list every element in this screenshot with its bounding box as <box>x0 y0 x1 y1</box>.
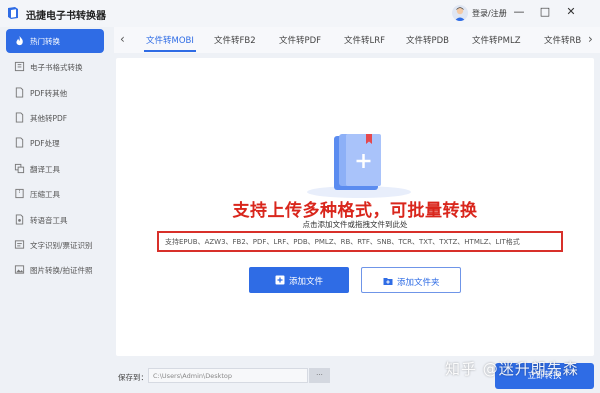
sidebar-item-hot-convert[interactable]: 热门转换 <box>6 29 104 53</box>
document-icon <box>15 137 24 148</box>
tab-next-icon[interactable]: › <box>588 32 593 46</box>
upload-headline: 支持上传多种格式，可批量转换 <box>232 201 478 221</box>
close-icon[interactable]: ✕ <box>564 5 578 19</box>
app-logo-icon <box>8 7 18 19</box>
sidebar: 热门转换 电子书格式转换 PDF转其他 其他转PDF PDF处理 翻译工具 压缩… <box>0 27 110 393</box>
sidebar-item-label: 压缩工具 <box>30 190 60 199</box>
login-register-link[interactable]: 登录/注册 <box>472 8 507 19</box>
ocr-icon <box>14 240 25 249</box>
sidebar-item-pdf-to-other[interactable]: PDF转其他 <box>6 81 104 105</box>
add-folder-icon <box>383 278 393 285</box>
sidebar-item-label: 其他转PDF <box>30 114 68 123</box>
image-icon <box>14 265 25 274</box>
compress-icon <box>15 188 24 199</box>
add-file-button[interactable]: 添加文件 <box>249 267 349 293</box>
sidebar-item-label: 热门转换 <box>30 37 60 46</box>
translate-icon <box>14 163 25 174</box>
title-bar: 迅捷电子书转换器 登录/注册 — □ ✕ <box>0 0 600 27</box>
save-path-field[interactable]: C:\Users\Admin\Desktop <box>148 368 308 383</box>
tab-to-rb[interactable]: 文件转RB <box>544 34 581 46</box>
active-tab-indicator <box>144 50 196 52</box>
sidebar-item-other-to-pdf[interactable]: 其他转PDF <box>6 106 104 130</box>
upload-hint: 点击添加文件或拖拽文件到此处 <box>302 220 408 229</box>
audio-icon <box>15 214 24 225</box>
supported-formats-text: 支持EPUB、AZW3、FB2、PDF、LRF、PDB、PMLZ、RB、RTF、… <box>165 238 520 246</box>
book-icon <box>14 61 25 72</box>
sidebar-item-label: PDF处理 <box>30 139 60 148</box>
tab-to-pmlz[interactable]: 文件转PMLZ <box>472 34 521 46</box>
app-title: 迅捷电子书转换器 <box>26 11 106 22</box>
sidebar-item-label: PDF转其他 <box>30 89 68 98</box>
tab-prev-icon[interactable]: ‹ <box>120 32 125 46</box>
document-icon <box>15 112 24 123</box>
flame-icon <box>16 35 23 46</box>
sidebar-item-translate[interactable]: 翻译工具 <box>6 157 104 181</box>
add-folder-button[interactable]: 添加文件夹 <box>361 267 461 293</box>
tab-to-pdf[interactable]: 文件转PDF <box>279 34 321 46</box>
tab-to-pdb[interactable]: 文件转PDB <box>406 34 449 46</box>
ebook-add-icon <box>307 134 411 198</box>
zhihu-watermark: 知乎 @迷升朗先森 <box>445 360 579 378</box>
sidebar-item-label: 翻译工具 <box>30 165 60 174</box>
sidebar-item-label: 文字识别/票证识别 <box>30 241 93 250</box>
sidebar-item-compress[interactable]: 压缩工具 <box>6 182 104 206</box>
document-icon <box>15 87 24 98</box>
add-file-label: 添加文件 <box>289 277 324 287</box>
sidebar-item-label: 图片转换/拍证件照 <box>30 266 93 275</box>
minimize-icon[interactable]: — <box>512 5 526 19</box>
add-folder-label: 添加文件夹 <box>397 278 440 288</box>
sidebar-item-ebook-format[interactable]: 电子书格式转换 <box>6 55 104 79</box>
tab-to-mobi[interactable]: 文件转MOBI <box>146 34 194 46</box>
sidebar-item-ocr[interactable]: 文字识别/票证识别 <box>6 233 104 257</box>
sidebar-item-image-convert[interactable]: 图片转换/拍证件照 <box>6 258 104 282</box>
sidebar-item-text-to-speech[interactable]: 转语音工具 <box>6 208 104 232</box>
tab-to-lrf[interactable]: 文件转LRF <box>344 34 385 46</box>
maximize-icon[interactable]: □ <box>538 5 552 19</box>
sidebar-item-label: 电子书格式转换 <box>30 63 83 72</box>
sidebar-item-pdf-process[interactable]: PDF处理 <box>6 131 104 155</box>
save-to-label: 保存到： <box>118 373 148 382</box>
browse-path-button[interactable]: ··· <box>309 368 330 383</box>
add-file-icon <box>275 275 285 285</box>
sidebar-item-label: 转语音工具 <box>30 216 68 225</box>
tab-to-fb2[interactable]: 文件转FB2 <box>214 34 256 46</box>
user-avatar-icon[interactable] <box>452 5 468 21</box>
